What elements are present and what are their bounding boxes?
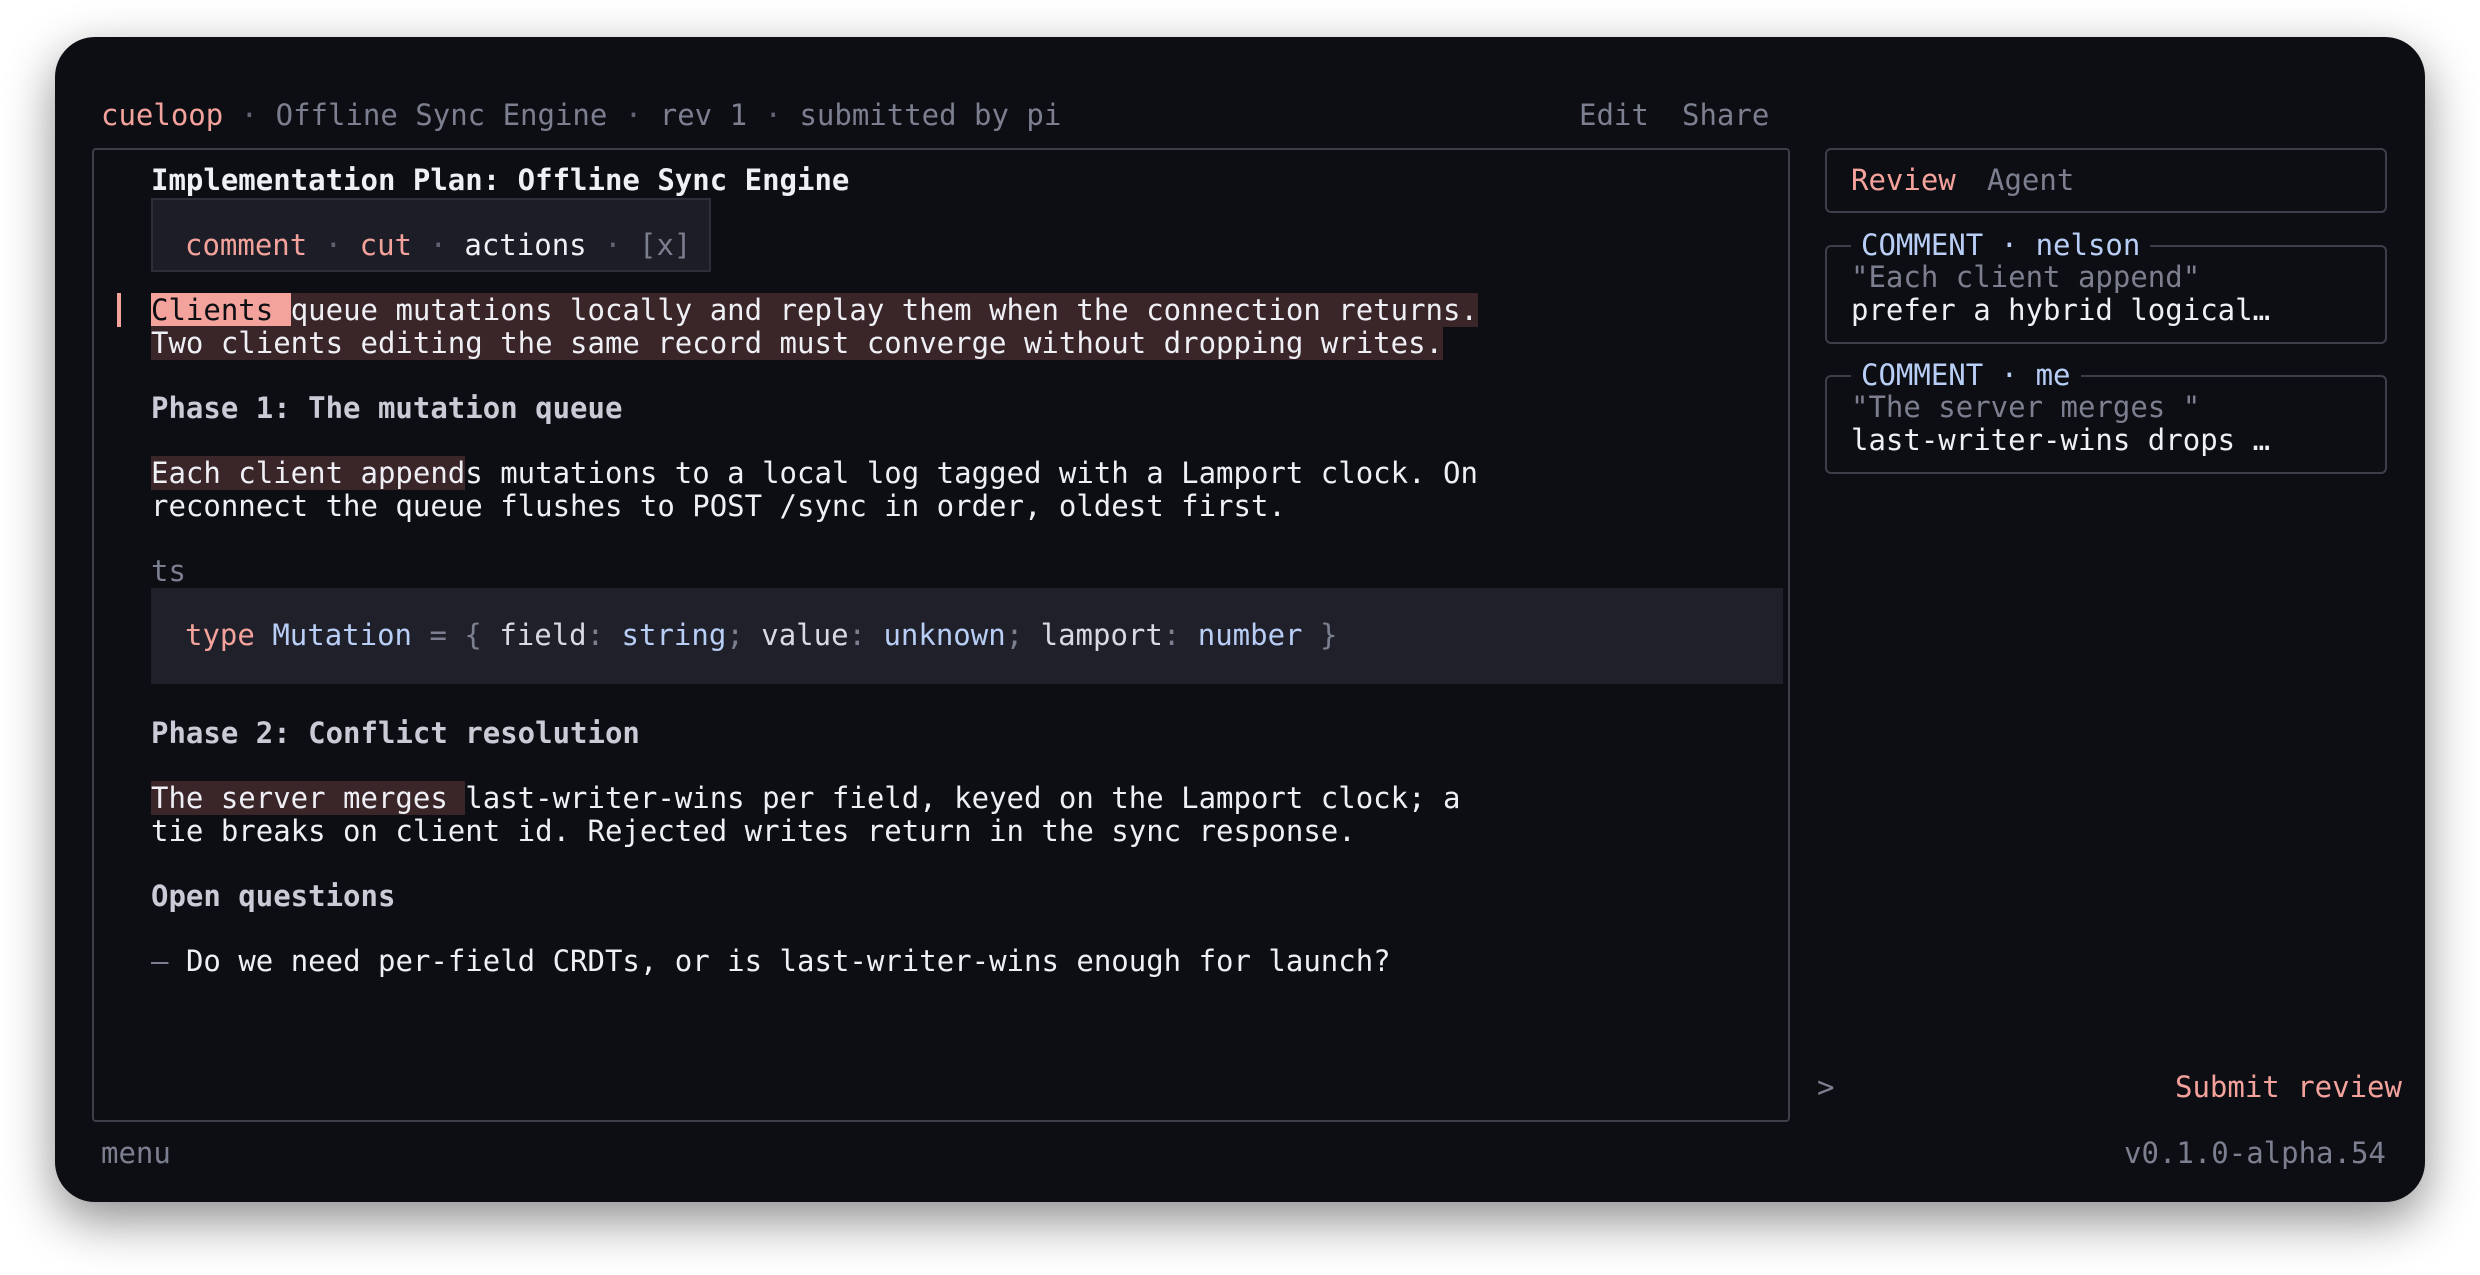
phase1-heading: Phase 1: The mutation queue: [151, 391, 623, 425]
separator: ·: [586, 228, 639, 262]
list-bullet: –: [151, 944, 169, 978]
separator: ·: [307, 228, 360, 262]
selected-text[interactable]: Clients: [151, 293, 291, 327]
comment-card[interactable]: COMMENT · me "The server merges " last-w…: [1825, 359, 2387, 474]
phase1-text: s mutations to a local log tagged with a…: [465, 456, 1478, 490]
commented-text[interactable]: The server merges: [151, 781, 466, 815]
intro-line-2: Two clients editing the same record must…: [151, 326, 1444, 360]
code-field: field: [499, 618, 587, 652]
intro-text: Two clients editing the same record must…: [151, 326, 1444, 360]
commented-text[interactable]: Each client append: [151, 456, 466, 490]
phase1-line-2: reconnect the queue flushes to POST /syn…: [151, 489, 1286, 523]
code-punct: :: [586, 618, 622, 652]
submit-review-button[interactable]: Submit review: [2175, 1071, 2402, 1104]
code-type-name: Mutation: [272, 618, 412, 652]
comment-title: COMMENT · me: [1851, 359, 2081, 392]
cursor-gutter-marker: [117, 293, 121, 327]
agent-prompt-input[interactable]: >: [1817, 1071, 1834, 1104]
code-type: number: [1197, 618, 1303, 652]
tab-review[interactable]: Review: [1851, 164, 1956, 197]
code-field: value: [761, 618, 849, 652]
open-question-item: – Do we need per-field CRDTs, or is last…: [151, 945, 1391, 978]
code-punct: ;: [726, 618, 762, 652]
code-type: string: [621, 618, 727, 652]
comment-card[interactable]: COMMENT · nelson "Each client append" pr…: [1825, 229, 2387, 344]
actions-menu[interactable]: actions: [464, 228, 586, 262]
code-language-label: ts: [151, 554, 186, 588]
phase2-text: last-writer-wins per field, keyed on the…: [465, 781, 1461, 815]
code-keyword: type: [185, 618, 255, 652]
version-label: v0.1.0-alpha.54: [2124, 1136, 2386, 1170]
share-button[interactable]: Share: [1682, 99, 1769, 132]
intro-line-1: Clients queue mutations locally and repl…: [151, 293, 1478, 327]
open-question-text: Do we need per-field CRDTs, or is last-w…: [185, 944, 1391, 978]
edit-button[interactable]: Edit: [1579, 99, 1649, 132]
tab-agent[interactable]: Agent: [1987, 164, 2074, 197]
action-bar-items: comment · cut · actions · [x]: [185, 229, 691, 262]
code-field: lamport: [1040, 618, 1163, 652]
menu-button[interactable]: menu: [101, 1137, 171, 1170]
phase2-line-1: The server merges last-writer-wins per f…: [151, 781, 1461, 815]
app-window: cueloop · Offline Sync Engine · rev 1 · …: [55, 37, 2425, 1202]
comment-quote: "Each client append": [1851, 260, 2201, 294]
open-questions-heading: Open questions: [151, 879, 396, 913]
close-action-bar[interactable]: [x]: [639, 228, 691, 262]
app-name: cueloop: [101, 98, 224, 132]
comment-title: COMMENT · nelson: [1851, 229, 2151, 262]
phase2-line-2: tie breaks on client id. Rejected writes…: [151, 814, 1356, 848]
revision: rev 1: [659, 98, 748, 132]
phase2-heading: Phase 2: Conflict resolution: [151, 716, 640, 750]
doc-title: Offline Sync Engine: [275, 98, 608, 132]
code-punct: }: [1302, 618, 1338, 652]
comment-body: last-writer-wins drops …: [1851, 423, 2271, 457]
code-line: type Mutation = { field: string; value: …: [185, 619, 1337, 652]
comment-body: prefer a hybrid logical…: [1851, 293, 2271, 327]
code-punct: ;: [1005, 618, 1041, 652]
header-breadcrumb: cueloop · Offline Sync Engine · rev 1 · …: [101, 99, 1061, 132]
intro-text: queue mutations locally and replay them …: [290, 293, 1478, 327]
separator: ·: [747, 98, 800, 132]
comment-action[interactable]: comment: [185, 228, 307, 262]
separator: ·: [607, 98, 660, 132]
phase1-line-1: Each client appends mutations to a local…: [151, 456, 1478, 490]
doc-heading: Implementation Plan: Offline Sync Engine: [151, 163, 850, 197]
code-punct: :: [848, 618, 884, 652]
submitted-by: submitted by pi: [799, 98, 1062, 132]
code-punct: = {: [412, 618, 500, 652]
separator: ·: [412, 228, 465, 262]
comment-quote: "The server merges ": [1851, 390, 2201, 424]
cut-action[interactable]: cut: [360, 228, 412, 262]
separator: ·: [223, 98, 276, 132]
code-punct: :: [1162, 618, 1198, 652]
code-type: unknown: [883, 618, 1006, 652]
